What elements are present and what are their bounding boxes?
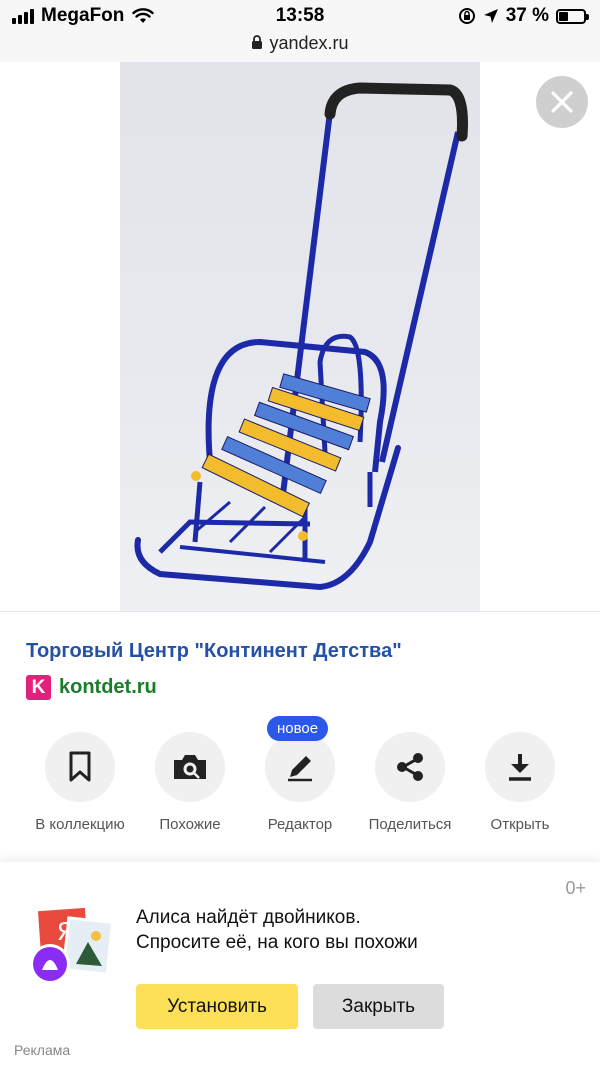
site-favicon: K — [26, 675, 51, 700]
url-text: yandex.ru — [269, 33, 349, 53]
battery-percent: 37 % — [505, 5, 549, 26]
ad-line1: Алиса найдёт двойников. — [136, 907, 361, 928]
close-ad-button[interactable]: Закрыть — [313, 984, 444, 1029]
ad-line2: Спросите её, на кого вы похожи — [136, 932, 418, 953]
close-button[interactable] — [536, 76, 588, 128]
status-bar: MegaFon 13:58 yandex.ru 37 % — [0, 0, 600, 62]
action-label: Открыть — [490, 816, 550, 833]
open-button[interactable]: Открыть — [465, 732, 575, 833]
action-label: Похожие — [159, 816, 221, 833]
action-bar: В коллекцию Похожие Редактор Поделиться … — [25, 732, 585, 833]
action-label: Поделиться — [368, 816, 452, 833]
install-button[interactable]: Установить — [136, 984, 298, 1029]
divider — [0, 611, 600, 612]
bookmark-icon — [69, 751, 91, 782]
editor-button[interactable]: Редактор — [245, 732, 355, 833]
ad-label: Реклама — [14, 1042, 71, 1058]
lock-icon — [252, 35, 263, 49]
pencil-icon — [288, 756, 312, 782]
action-label: Редактор — [267, 816, 333, 833]
camera-icon — [174, 755, 206, 779]
ad-text: Алиса найдёт двойников. Спросите её, на … — [136, 905, 418, 955]
download-icon — [509, 754, 531, 781]
share-button[interactable]: Поделиться — [355, 732, 465, 833]
status-right: 37 % — [458, 5, 589, 27]
new-badge: новое — [267, 716, 329, 741]
site-domain: kontdet.ru — [59, 676, 157, 698]
page-title-link[interactable]: Торговый Центр "Континент Детства" — [26, 640, 402, 663]
product-photo[interactable] — [120, 62, 480, 611]
source-site-link[interactable]: K kontdet.ru — [26, 675, 157, 700]
age-rating: 0+ — [565, 878, 586, 898]
address-bar[interactable]: yandex.ru — [0, 33, 600, 54]
alice-app-icon: Я — [30, 906, 114, 984]
location-icon — [483, 9, 498, 23]
similar-button[interactable]: Похожие — [135, 732, 245, 833]
battery-icon — [556, 8, 589, 24]
ad-banner: 0+ Я Алиса найдёт двойников. Спросите её… — [0, 862, 600, 1066]
orientation-lock-icon — [458, 8, 475, 24]
share-icon — [397, 753, 423, 781]
action-label: В коллекцию — [35, 816, 125, 833]
close-icon — [551, 91, 573, 113]
add-to-collection-button[interactable]: В коллекцию — [25, 732, 135, 833]
image-viewer — [0, 62, 600, 611]
